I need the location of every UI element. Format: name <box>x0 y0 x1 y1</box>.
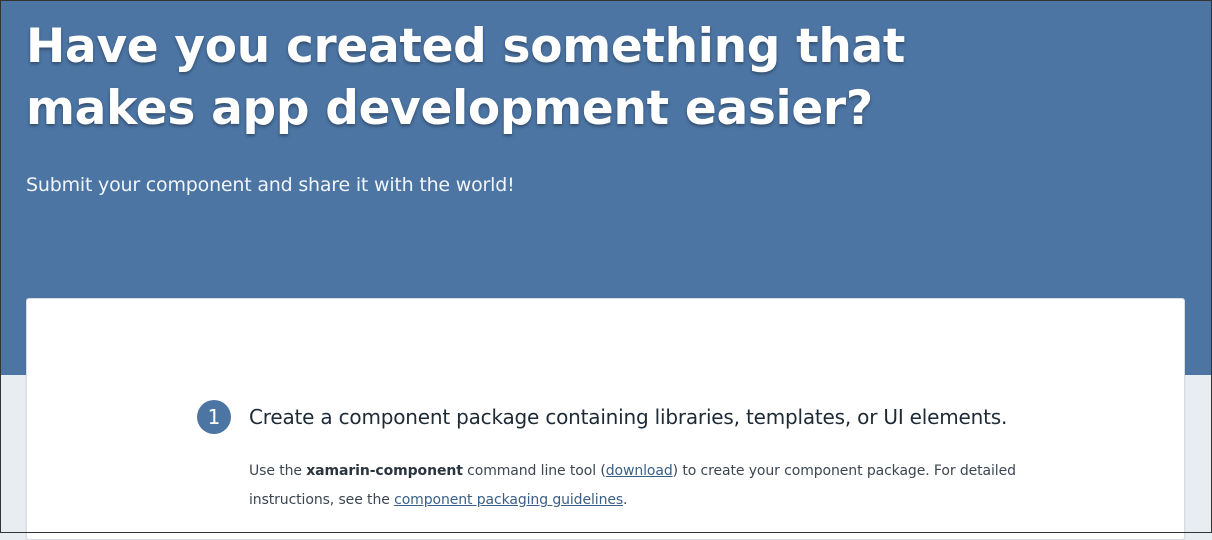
step-description: Use the xamarin-component command line t… <box>249 457 1069 515</box>
desc-prefix: Use the <box>249 463 307 479</box>
tool-name: xamarin-component <box>306 463 463 479</box>
step-heading: Create a component package containing li… <box>249 405 1008 429</box>
hero-subtitle: Submit your component and share it with … <box>26 174 515 196</box>
hero-title-line-1: Have you created something that <box>26 19 906 74</box>
step-number-badge: 1 <box>197 400 231 434</box>
download-link[interactable]: download <box>606 463 673 479</box>
packaging-guidelines-link[interactable]: component packaging guidelines <box>394 492 623 508</box>
desc-after-tool: command line tool ( <box>462 463 606 479</box>
hero-title: Have you created something that makes app… <box>26 16 926 140</box>
desc-suffix: . <box>623 492 628 508</box>
hero-title-line-2: makes app development easier? <box>26 81 873 136</box>
submission-steps-card: 1 Create a component package containing … <box>26 298 1185 540</box>
